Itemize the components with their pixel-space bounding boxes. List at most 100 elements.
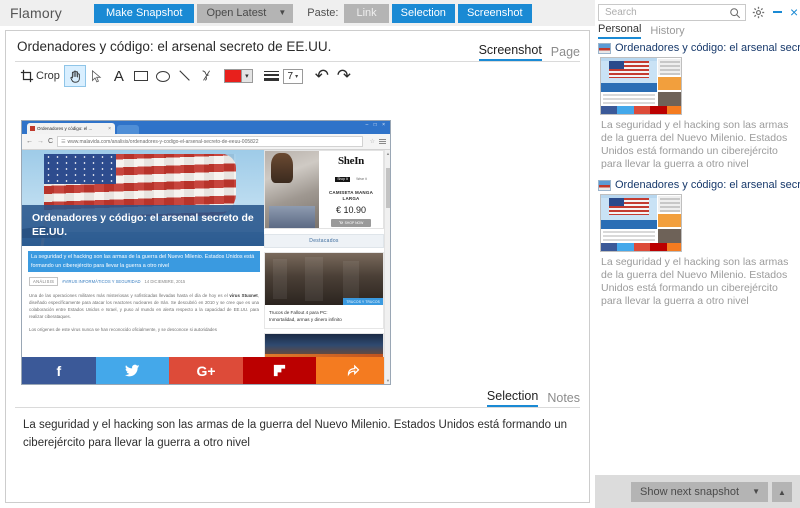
share-icon[interactable]: [316, 357, 390, 384]
snapshot-title: Ordenadores y código: el arsenal secreto…: [615, 42, 800, 54]
twitter-icon[interactable]: [95, 357, 170, 384]
thumb-headline-band: [601, 220, 657, 229]
snapshot-thumbnail[interactable]: [600, 57, 682, 115]
app-brand-label: Flamory: [10, 5, 62, 21]
line-tool-button[interactable]: [174, 65, 196, 87]
ad-shop-now-button[interactable]: SHOP NOW: [331, 219, 371, 227]
highlighted-selection-text: La seguridad y el hacking son las armas …: [28, 251, 260, 272]
gear-icon[interactable]: [752, 6, 765, 19]
selection-text: La seguridad y el hacking son las armas …: [23, 419, 568, 449]
tab-notes[interactable]: Notes: [547, 391, 580, 407]
paste-label: Paste:: [307, 7, 339, 19]
topic-tag[interactable]: #VIRUS INFORMÁTICOS Y SEGURIDAD: [62, 279, 140, 284]
selection-tabs: Selection Notes: [15, 388, 580, 408]
featured-title-line1: Trucos de Fallout 4 para PC:: [269, 310, 328, 315]
ad-cta-label: SHOP NOW: [344, 221, 364, 225]
thickness-button[interactable]: [261, 65, 283, 87]
scribble-tool-button[interactable]: [196, 65, 218, 87]
show-next-snapshot-button[interactable]: Show next snapshot ▼: [631, 481, 768, 502]
selection-panel[interactable]: La seguridad y el hacking son las armas …: [15, 410, 581, 495]
thumb-flag-image: [601, 195, 657, 220]
address-bar[interactable]: ☰ www.malavida.com/analisis/ordenadores-…: [57, 136, 363, 147]
tab-close-icon[interactable]: ×: [108, 126, 111, 132]
scroll-up-button[interactable]: ▲: [772, 481, 792, 502]
ad-brand-tagline: Shop It: [335, 176, 350, 182]
advertisement[interactable]: SheIn Shop It Wear it CAMISETA MANGA LAR…: [264, 150, 384, 229]
thumb-ad-block-3: [658, 92, 681, 106]
thumb-social-bar: [601, 106, 681, 114]
forward-icon[interactable]: →: [37, 138, 44, 145]
new-tab-button[interactable]: [117, 125, 139, 134]
tab-selection[interactable]: Selection: [486, 389, 539, 407]
list-item[interactable]: Ordenadores y código: el arsenal secreto…: [595, 40, 800, 177]
screenshot-canvas[interactable]: Ordenadores y código: el ... × – □ × ← →…: [21, 120, 391, 385]
crop-button[interactable]: Crop: [20, 69, 60, 83]
close-icon[interactable]: ×: [790, 5, 798, 19]
flamory-window: Flamory Make Snapshot Open Latest ▼ Past…: [0, 0, 800, 508]
snapshot-thumbnail[interactable]: [600, 194, 682, 252]
reload-icon[interactable]: C: [48, 138, 53, 145]
search-box[interactable]: [598, 3, 746, 21]
flag-canton: [44, 154, 116, 184]
tab-screenshot[interactable]: Screenshot: [478, 43, 542, 61]
thumb-flag-image: [601, 58, 657, 83]
social-share-bar: f G+: [22, 357, 390, 384]
back-icon[interactable]: ←: [26, 138, 33, 145]
menu-icon[interactable]: [379, 137, 386, 146]
ad-details: SheIn Shop It Wear it CAMISETA MANGA LAR…: [319, 151, 383, 228]
undo-button[interactable]: ↶: [311, 65, 333, 87]
featured-badge: TRUCOS Y TRUCOS: [343, 298, 383, 305]
captured-webpage: Ordenadores y código: el arsenal secreto…: [22, 150, 390, 384]
paragraph-text-a: Una de las operaciones militares más mis…: [29, 293, 230, 298]
open-latest-dropdown[interactable]: Open Latest ▼: [197, 3, 294, 23]
redo-button[interactable]: ↷: [333, 65, 355, 87]
page-scrollbar[interactable]: ▲ ▼: [384, 150, 390, 384]
snapshot-title-row[interactable]: Ordenadores y código: el arsenal secreto…: [598, 42, 800, 54]
thumb-ad-block-3: [658, 229, 681, 243]
tab-page[interactable]: Page: [551, 45, 580, 61]
scroll-down-arrow-icon[interactable]: ▼: [386, 378, 390, 383]
rectangle-tool-button[interactable]: [130, 65, 152, 87]
thumb-headline-band: [601, 83, 657, 92]
crop-label: Crop: [36, 70, 60, 82]
search-input[interactable]: [603, 5, 727, 19]
facebook-icon[interactable]: f: [22, 357, 96, 384]
scrollbar-thumb[interactable]: [386, 168, 390, 208]
crop-icon: [20, 69, 34, 83]
browser-window-controls[interactable]: – □ ×: [366, 122, 388, 128]
tab-history[interactable]: History: [650, 25, 684, 39]
featured-item[interactable]: TRUCOS Y TRUCOS Trucos de Fallout 4 para…: [264, 252, 384, 329]
snapshot-list[interactable]: Ordenadores y código: el arsenal secreto…: [595, 40, 800, 475]
line-tool-icon: [179, 70, 190, 81]
thumb-ad-block: [658, 196, 681, 212]
scroll-up-arrow-icon[interactable]: ▲: [386, 151, 390, 156]
color-dropdown-caret[interactable]: ▾: [241, 69, 253, 83]
ad-brand-logo: SheIn: [337, 155, 365, 167]
google-plus-icon[interactable]: G+: [169, 357, 243, 384]
paste-screenshot-button[interactable]: Screenshot: [457, 3, 532, 23]
pointer-tool-button[interactable]: [86, 65, 108, 87]
minimize-icon[interactable]: [773, 10, 782, 13]
size-selector[interactable]: 7 ▾: [282, 68, 303, 84]
color-swatch[interactable]: [223, 69, 242, 83]
list-item[interactable]: Ordenadores y código: el arsenal secreto…: [595, 177, 800, 314]
ellipse-tool-button[interactable]: [152, 65, 174, 87]
hand-tool-button[interactable]: [63, 65, 86, 87]
make-snapshot-button[interactable]: Make Snapshot: [94, 3, 195, 23]
thumb-ad-block-2: [658, 214, 681, 227]
article-paragraph-2: Los orígenes de este virus nunca se han …: [29, 327, 217, 332]
snapshot-description: La seguridad y el hacking son las armas …: [601, 119, 789, 170]
snapshot-title: Ordenadores y código: el arsenal secreto…: [615, 179, 800, 191]
page-info-icon: ☰: [61, 138, 66, 145]
category-tag[interactable]: ANÁLISIS: [29, 277, 59, 286]
show-next-label: Show next snapshot: [640, 485, 740, 498]
paste-selection-button[interactable]: Selection: [391, 3, 455, 23]
tab-personal[interactable]: Personal: [598, 23, 642, 39]
text-tool-button[interactable]: A: [108, 65, 130, 87]
paste-link-button[interactable]: Link: [344, 3, 389, 23]
snapshot-title-row[interactable]: Ordenadores y código: el arsenal secreto…: [598, 179, 800, 191]
browser-tab[interactable]: Ordenadores y código: el ... ×: [27, 123, 115, 134]
flipboard-icon[interactable]: [242, 357, 317, 384]
color-picker[interactable]: ▾: [223, 69, 253, 83]
bookmark-star-icon[interactable]: ☆: [370, 138, 375, 145]
